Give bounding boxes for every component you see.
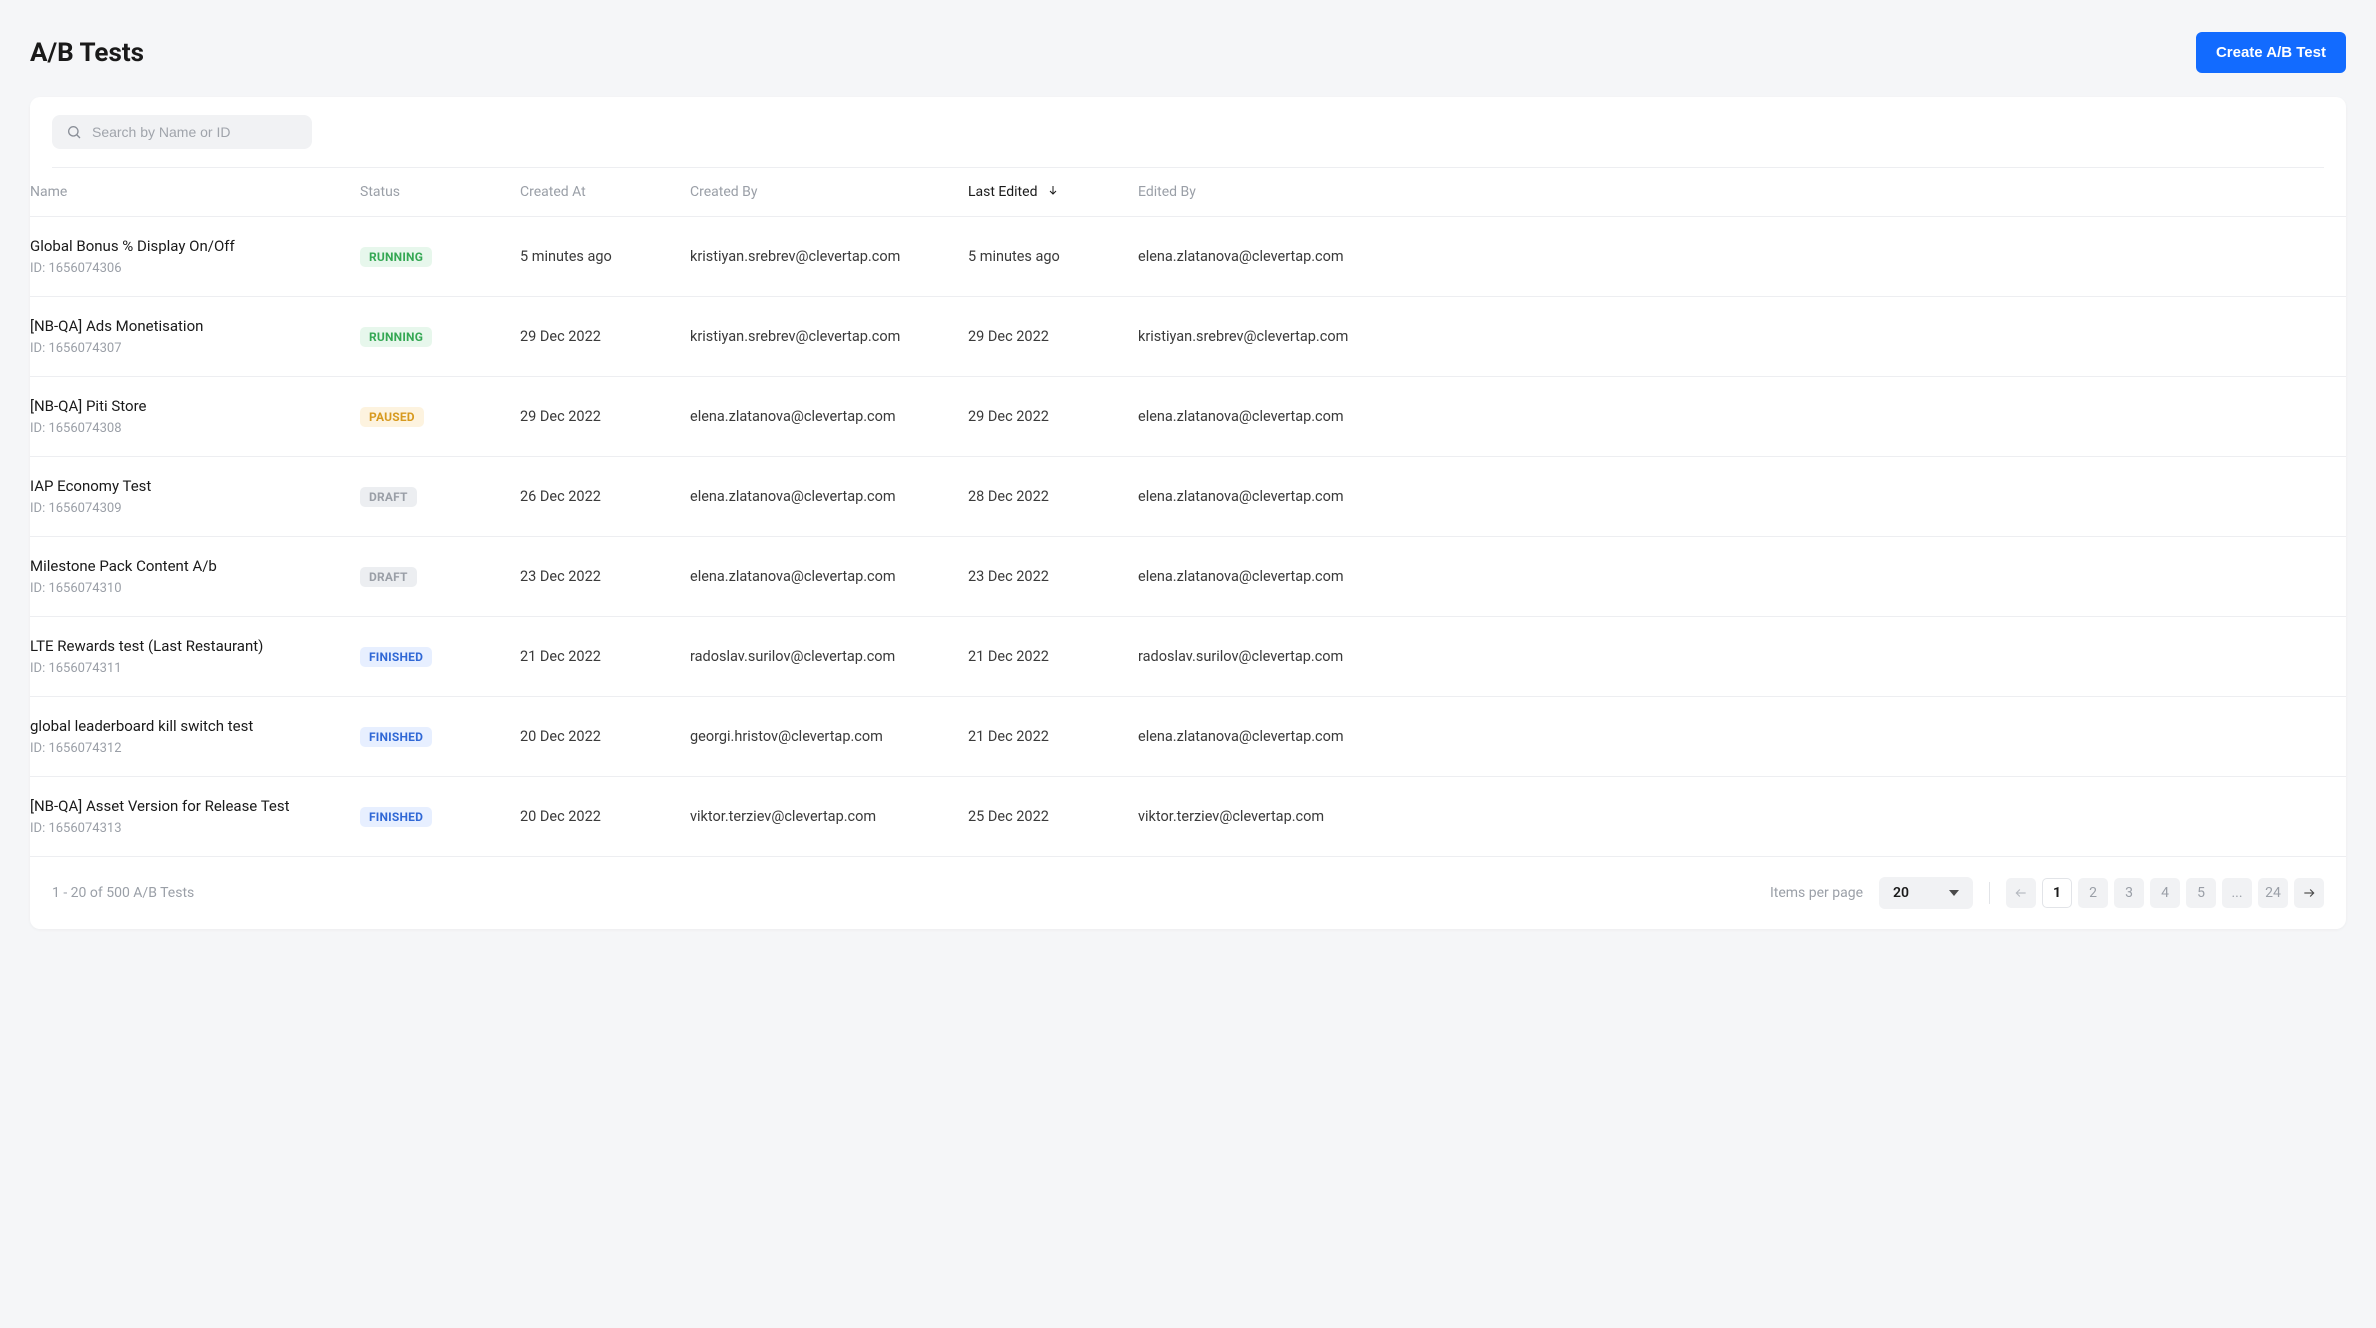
- pager-page-button[interactable]: 4: [2150, 878, 2180, 908]
- pager-prev-button[interactable]: [2006, 878, 2036, 908]
- row-name: [NB-QA] Asset Version for Release Test: [30, 797, 360, 815]
- row-edited-by: elena.zlatanova@clevertap.com: [1138, 217, 2346, 297]
- row-name: Global Bonus % Display On/Off: [30, 237, 360, 255]
- column-header-last-edited-label: Last Edited: [968, 184, 1037, 200]
- arrow-right-icon: [2302, 886, 2316, 900]
- table-row[interactable]: [NB-QA] Piti Store ID: 1656074308 PAUSED…: [30, 377, 2346, 457]
- search-box[interactable]: [52, 115, 312, 149]
- row-created-at: 21 Dec 2022: [520, 617, 690, 697]
- row-name: [NB-QA] Piti Store: [30, 397, 360, 415]
- row-created-at: 29 Dec 2022: [520, 297, 690, 377]
- row-id: ID: 1656074310: [30, 581, 360, 596]
- row-id: ID: 1656074307: [30, 341, 360, 356]
- row-created-by: elena.zlatanova@clevertap.com: [690, 537, 968, 617]
- row-last-edited: 29 Dec 2022: [968, 377, 1138, 457]
- chevron-down-icon: [1949, 890, 1959, 896]
- row-edited-by: radoslav.surilov@clevertap.com: [1138, 617, 2346, 697]
- row-id: ID: 1656074311: [30, 661, 360, 676]
- row-id: ID: 1656074308: [30, 421, 360, 436]
- row-name: Milestone Pack Content A/b: [30, 557, 360, 575]
- pager-ellipsis: ...: [2222, 878, 2252, 908]
- tests-table: Name Status Created At Created By Last E…: [30, 168, 2346, 857]
- table-row[interactable]: Global Bonus % Display On/Off ID: 165607…: [30, 217, 2346, 297]
- arrow-left-icon: [2014, 886, 2028, 900]
- status-badge: RUNNING: [360, 327, 432, 347]
- status-badge: FINISHED: [360, 647, 432, 667]
- column-header-status[interactable]: Status: [360, 168, 520, 217]
- row-last-edited: 29 Dec 2022: [968, 297, 1138, 377]
- row-id: ID: 1656074306: [30, 261, 360, 276]
- row-id: ID: 1656074312: [30, 741, 360, 756]
- pager-page-button[interactable]: 5: [2186, 878, 2216, 908]
- row-created-by: radoslav.surilov@clevertap.com: [690, 617, 968, 697]
- table-row[interactable]: LTE Rewards test (Last Restaurant) ID: 1…: [30, 617, 2346, 697]
- row-last-edited: 23 Dec 2022: [968, 537, 1138, 617]
- row-edited-by: elena.zlatanova@clevertap.com: [1138, 377, 2346, 457]
- row-last-edited: 5 minutes ago: [968, 217, 1138, 297]
- row-edited-by: kristiyan.srebrev@clevertap.com: [1138, 297, 2346, 377]
- pager-page-button[interactable]: 1: [2042, 878, 2072, 908]
- row-last-edited: 21 Dec 2022: [968, 697, 1138, 777]
- status-badge: FINISHED: [360, 807, 432, 827]
- status-badge: PAUSED: [360, 407, 424, 427]
- column-header-name[interactable]: Name: [30, 168, 360, 217]
- create-ab-test-button[interactable]: Create A/B Test: [2196, 32, 2346, 73]
- search-input[interactable]: [92, 124, 298, 140]
- table-row[interactable]: [NB-QA] Asset Version for Release Test I…: [30, 777, 2346, 857]
- row-created-at: 26 Dec 2022: [520, 457, 690, 537]
- table-row[interactable]: global leaderboard kill switch test ID: …: [30, 697, 2346, 777]
- row-created-at: 23 Dec 2022: [520, 537, 690, 617]
- row-created-by: georgi.hristov@clevertap.com: [690, 697, 968, 777]
- pagination-summary: 1 - 20 of 500 A/B Tests: [52, 885, 194, 901]
- row-created-by: elena.zlatanova@clevertap.com: [690, 457, 968, 537]
- pager-page-button[interactable]: 2: [2078, 878, 2108, 908]
- row-last-edited: 25 Dec 2022: [968, 777, 1138, 857]
- table-row[interactable]: Milestone Pack Content A/b ID: 165607431…: [30, 537, 2346, 617]
- table-row[interactable]: [NB-QA] Ads Monetisation ID: 1656074307 …: [30, 297, 2346, 377]
- row-created-by: kristiyan.srebrev@clevertap.com: [690, 217, 968, 297]
- table-row[interactable]: IAP Economy Test ID: 1656074309 DRAFT 26…: [30, 457, 2346, 537]
- divider: [1989, 882, 1990, 904]
- row-id: ID: 1656074309: [30, 501, 360, 516]
- row-created-by: viktor.terziev@clevertap.com: [690, 777, 968, 857]
- row-edited-by: elena.zlatanova@clevertap.com: [1138, 697, 2346, 777]
- status-badge: RUNNING: [360, 247, 432, 267]
- status-badge: FINISHED: [360, 727, 432, 747]
- row-last-edited: 21 Dec 2022: [968, 617, 1138, 697]
- row-name: IAP Economy Test: [30, 477, 360, 495]
- row-name: [NB-QA] Ads Monetisation: [30, 317, 360, 335]
- row-edited-by: viktor.terziev@clevertap.com: [1138, 777, 2346, 857]
- column-header-created-at[interactable]: Created At: [520, 168, 690, 217]
- pager-next-button[interactable]: [2294, 878, 2324, 908]
- row-created-at: 20 Dec 2022: [520, 697, 690, 777]
- tests-card: Name Status Created At Created By Last E…: [30, 97, 2346, 929]
- row-created-at: 5 minutes ago: [520, 217, 690, 297]
- items-per-page-value: 20: [1893, 885, 1909, 901]
- row-created-at: 29 Dec 2022: [520, 377, 690, 457]
- column-header-last-edited[interactable]: Last Edited: [968, 168, 1138, 217]
- pager-page-button[interactable]: 24: [2258, 878, 2288, 908]
- search-icon: [66, 123, 82, 141]
- items-per-page-select[interactable]: 20: [1879, 877, 1973, 909]
- status-badge: DRAFT: [360, 487, 417, 507]
- row-last-edited: 28 Dec 2022: [968, 457, 1138, 537]
- items-per-page-label: Items per page: [1770, 885, 1863, 901]
- row-edited-by: elena.zlatanova@clevertap.com: [1138, 457, 2346, 537]
- column-header-created-by[interactable]: Created By: [690, 168, 968, 217]
- row-created-by: kristiyan.srebrev@clevertap.com: [690, 297, 968, 377]
- page-title: A/B Tests: [30, 38, 144, 68]
- row-name: LTE Rewards test (Last Restaurant): [30, 637, 360, 655]
- pager-page-button[interactable]: 3: [2114, 878, 2144, 908]
- status-badge: DRAFT: [360, 567, 417, 587]
- row-created-at: 20 Dec 2022: [520, 777, 690, 857]
- row-name: global leaderboard kill switch test: [30, 717, 360, 735]
- row-edited-by: elena.zlatanova@clevertap.com: [1138, 537, 2346, 617]
- row-id: ID: 1656074313: [30, 821, 360, 836]
- row-created-by: elena.zlatanova@clevertap.com: [690, 377, 968, 457]
- sort-desc-icon: [1047, 184, 1059, 200]
- column-header-edited-by[interactable]: Edited By: [1138, 168, 2346, 217]
